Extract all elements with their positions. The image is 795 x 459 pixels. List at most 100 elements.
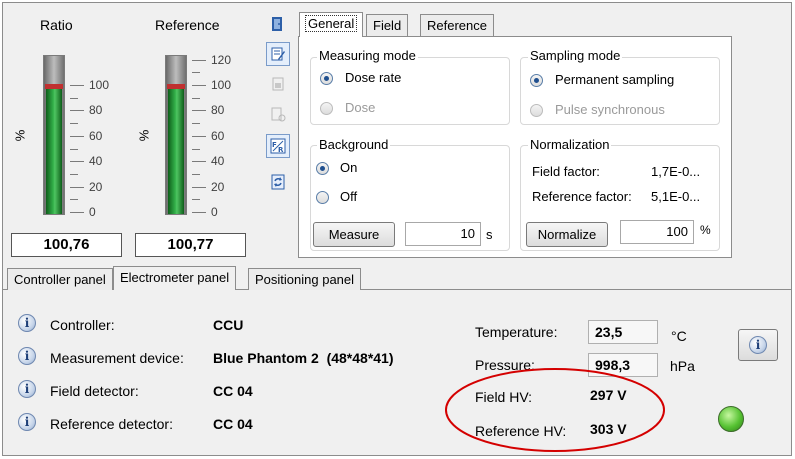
temperature-value: 23,5 [588, 320, 658, 344]
background-time-input[interactable]: 10 [405, 222, 481, 246]
reference-scale-tick [192, 148, 200, 150]
reference-scale-tick [192, 135, 206, 137]
reference-detector-info-icon[interactable]: i [18, 413, 36, 431]
svg-text:R: R [278, 146, 284, 154]
reference-scale-label: 60 [211, 128, 225, 143]
dose-radio[interactable] [320, 102, 333, 115]
device-label: Measurement device: [50, 350, 184, 366]
ratio-scale-label: 60 [89, 128, 103, 143]
measure-button[interactable]: Measure [313, 222, 395, 247]
tab-field[interactable]: Field [366, 14, 409, 37]
pulse-synchronous-radio[interactable] [530, 104, 543, 117]
tab-controller-panel[interactable]: Controller panel [7, 268, 113, 290]
controller-label: Controller: [50, 317, 115, 333]
device-info-icon[interactable]: i [18, 347, 36, 365]
background-on-label: On [340, 160, 358, 175]
temperature-label: Temperature: [475, 324, 558, 340]
ratio-unit: % [12, 129, 28, 142]
normalization-title: Normalization [528, 137, 612, 152]
reference-scale-label: 80 [211, 103, 225, 118]
ratio-scale-tick [70, 148, 78, 150]
reference-scale-tick [192, 97, 200, 99]
device-value: Blue Phantom 2 (48*48*41) [213, 350, 394, 366]
normalize-button[interactable]: Normalize [526, 222, 608, 247]
ratio-scale-tick [70, 173, 78, 175]
edit-pencil-icon [271, 47, 285, 61]
ratio-scale-label: 100 [89, 78, 110, 92]
status-led [718, 406, 744, 432]
reference-scale-label: 100 [211, 78, 232, 92]
ratio-value: 100,76 [11, 233, 122, 257]
background-off-radio[interactable] [316, 191, 329, 204]
background-on-radio[interactable] [316, 162, 329, 175]
reference-factor-label: Reference factor: [532, 189, 632, 204]
refresh-button[interactable] [266, 170, 290, 194]
permanent-sampling-label: Permanent sampling [555, 72, 675, 87]
dose-label: Dose [345, 100, 376, 115]
controller-value: CCU [213, 317, 244, 333]
ratio-scale-tick [70, 135, 84, 137]
dose-rate-radio[interactable] [320, 72, 333, 85]
field-detector-info-icon[interactable]: i [18, 380, 36, 398]
reference-scale-tick [192, 72, 200, 74]
reference-scale-label: 0 [211, 205, 218, 219]
ratio-gauge [43, 55, 65, 215]
ratio-scale-tick [70, 212, 84, 213]
tab-positioning-panel[interactable]: Positioning panel [248, 268, 362, 290]
background-time-unit: s [486, 227, 493, 242]
door-icon [272, 17, 282, 31]
field-detector-label: Field detector: [50, 383, 139, 399]
tab-reference[interactable]: Reference [420, 14, 494, 37]
reference-scale-tick [192, 110, 206, 112]
reference-scale-label: 20 [211, 179, 225, 194]
ratio-scale-tick [70, 85, 84, 86]
lock-icon [272, 77, 284, 91]
highlight-ellipse [445, 368, 665, 452]
measuring-mode-group [310, 57, 510, 125]
ratio-scale-tick [70, 161, 84, 163]
pulse-synchronous-label: Pulse synchronous [555, 102, 665, 117]
lock-settings-button[interactable] [266, 102, 290, 126]
reference-gauge-marker [167, 84, 185, 90]
ratio-gauge-fill [46, 86, 62, 214]
controller-info-icon[interactable]: i [18, 314, 36, 332]
normalization-percent-input[interactable]: 100 [620, 220, 694, 244]
edit-button[interactable] [266, 42, 290, 66]
reference-scale-label: 120 [211, 52, 232, 67]
ratio-title: Ratio [40, 17, 73, 33]
field-reference-button[interactable]: F R [266, 134, 290, 158]
info-icon: i [749, 336, 767, 354]
ratio-scale-tick [70, 97, 78, 99]
reference-factor-value: 5,1E-0... [651, 189, 701, 204]
pressure-unit: hPa [670, 358, 695, 374]
reference-detector-value: CC 04 [213, 416, 253, 432]
reference-unit: % [136, 129, 152, 142]
permanent-sampling-radio[interactable] [530, 74, 543, 87]
dose-rate-label: Dose rate [345, 70, 402, 85]
background-off-label: Off [340, 189, 358, 204]
ratio-scale-tick [70, 110, 84, 112]
reference-scale-tick [192, 59, 206, 61]
refresh-icon [271, 174, 285, 190]
ratio-scale-tick [70, 199, 78, 201]
info-button[interactable]: i [738, 329, 778, 361]
normalization-percent-unit: % [700, 223, 711, 237]
field-factor-label: Field factor: [532, 164, 600, 179]
reference-scale-tick [192, 186, 206, 188]
tab-electrometer-panel[interactable]: Electrometer panel [113, 266, 237, 290]
tab-general[interactable]: General [299, 12, 364, 37]
background-title: Background [317, 137, 391, 152]
ratio-scale-tick [70, 123, 78, 125]
lock-settings-icon [271, 107, 286, 122]
reference-scale-tick [192, 199, 200, 201]
reference-scale-tick [192, 212, 206, 213]
field-detector-value: CC 04 [213, 383, 253, 399]
temperature-unit: °C [671, 328, 687, 344]
lock-button[interactable] [266, 72, 290, 96]
door-button[interactable] [266, 12, 290, 36]
reference-detector-label: Reference detector: [50, 416, 173, 432]
reference-scale-label: 40 [211, 154, 225, 169]
reference-gauge-fill [168, 86, 184, 214]
reference-scale-tick [192, 161, 206, 163]
reference-title: Reference [155, 17, 220, 33]
